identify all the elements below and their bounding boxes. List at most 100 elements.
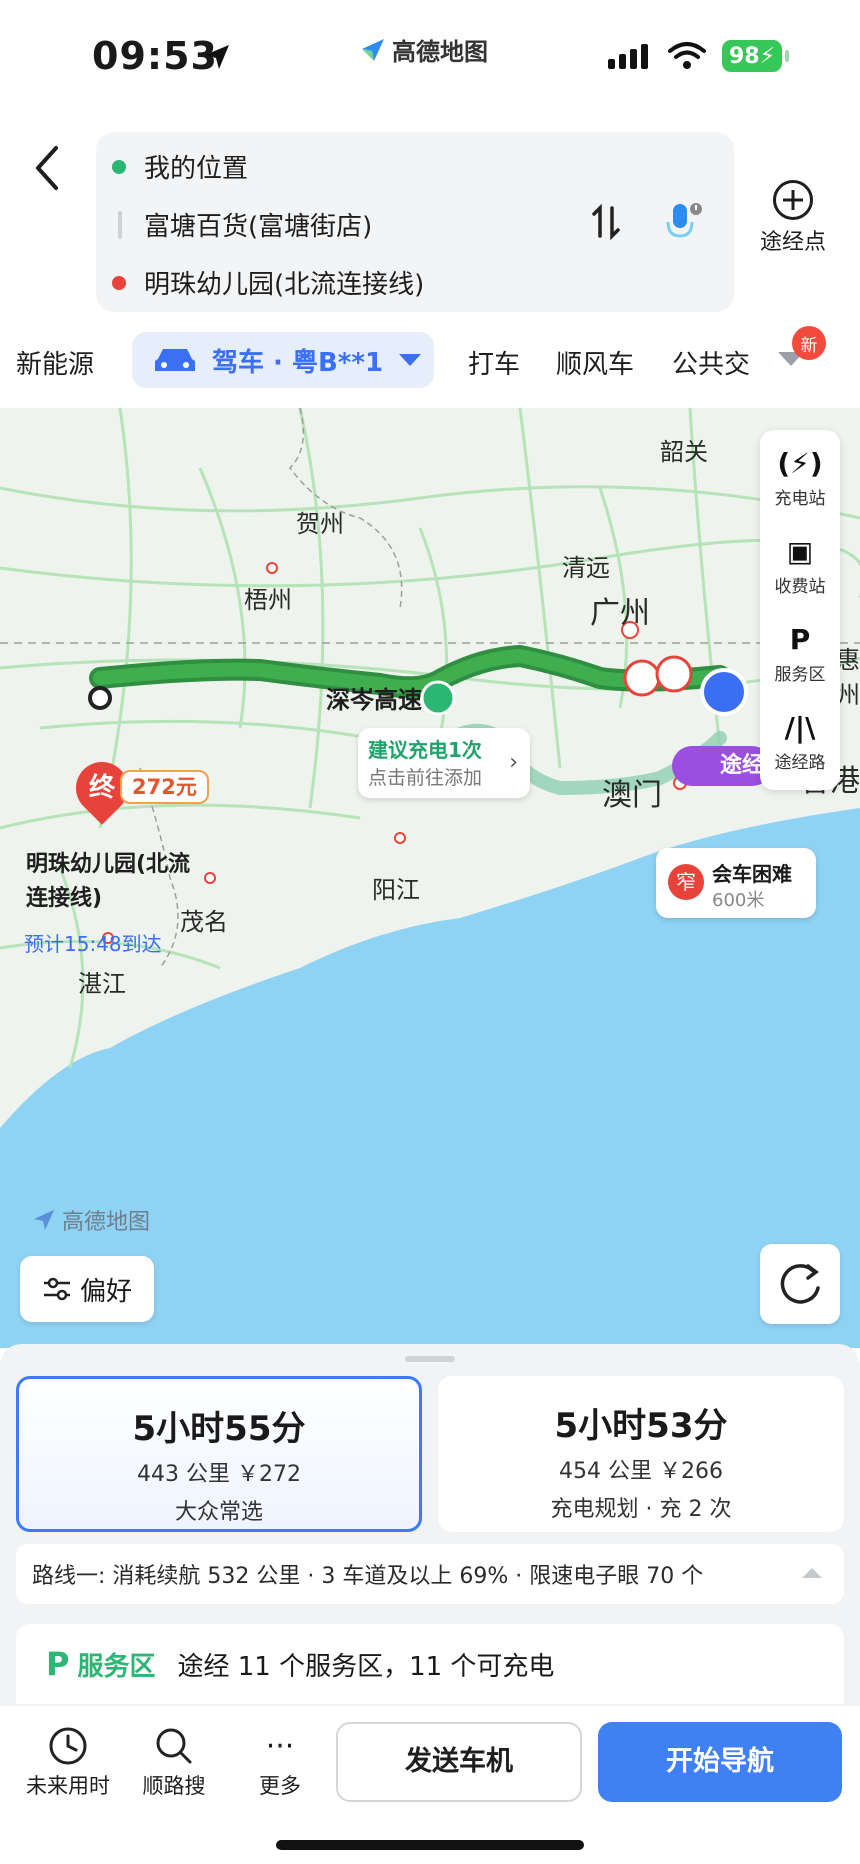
narrow-badge: 窄 (668, 864, 704, 900)
car-icon (155, 349, 195, 371)
tool-toll-station[interactable]: ▣ 收费站 (760, 532, 840, 597)
chevron-up-icon (802, 1568, 822, 1578)
waypoint-label: 途经点 (759, 230, 826, 255)
service-text: 途经 11 个服务区，11 个可充电 (177, 1651, 555, 1682)
eta-label: 预计15:48到达 (24, 932, 162, 956)
charging-icon: (⚡) (777, 447, 823, 480)
more-button[interactable]: ··· 更多 (230, 1724, 330, 1800)
more-dots-icon: ··· (265, 1729, 295, 1764)
travel-mode-tabs: 新能源 驾车 · 粤B**1 打车 顺风车 公共交 新 (0, 326, 860, 400)
refresh-icon (780, 1264, 820, 1304)
route-info-text: 路线一: 消耗续航 532 公里 · 3 车道及以上 69% · 限速电子眼 7… (32, 1564, 704, 1589)
charge-tip-title: 建议充电1次 (368, 738, 482, 762)
origin-text: 我的位置 (144, 154, 249, 184)
preference-label: 偏好 (79, 1276, 132, 1307)
search-along-button[interactable]: 顺路搜 (124, 1724, 224, 1800)
tab-new-energy[interactable]: 新能源 (16, 344, 94, 381)
route-distance-cost: 443 公里 ￥272 (137, 1462, 301, 1487)
voice-mic-icon[interactable] (660, 200, 704, 244)
origin-row[interactable]: 我的位置 (112, 148, 248, 185)
more-label: 更多 (259, 1774, 301, 1798)
map-watermark: 高德地图 (32, 1204, 150, 1236)
city-label: 广州 (590, 596, 650, 631)
chevron-down-icon (399, 354, 422, 366)
service-label: 服务区 (77, 1651, 156, 1682)
via-text: 富塘百货(富塘街店) (144, 212, 373, 242)
origin-dot-icon (112, 159, 126, 174)
route-input-box: 我的位置 富塘百货(富塘街店) 明珠幼儿园(北流连接线) (96, 132, 734, 312)
service-area-icon: P (789, 623, 811, 656)
service-area-summary[interactable]: P 服务区 途经 11 个服务区，11 个可充电 (16, 1624, 844, 1704)
add-waypoint-button[interactable]: 途经点 (752, 180, 834, 256)
plus-circle-icon (773, 180, 813, 220)
swap-icon[interactable] (586, 202, 626, 242)
narrow-distance: 600米 (712, 890, 765, 911)
narrow-title: 会车困难 (712, 862, 792, 886)
battery-indicator: 98 ⚡ (722, 40, 789, 72)
toll-icon: ▣ (786, 535, 814, 568)
route-tag: 充电规划 · 充 2 次 (550, 1497, 732, 1522)
end-cost-tag: 272元 (120, 770, 209, 804)
route-option-card[interactable]: 5小时55分 443 公里 ￥272 大众常选 (16, 1376, 422, 1532)
city-label: 贺州 (296, 510, 344, 538)
future-time-button[interactable]: 未来用时 (18, 1724, 118, 1800)
back-icon[interactable] (26, 138, 70, 198)
via-row[interactable]: 富塘百货(富塘街店) (112, 206, 372, 243)
city-label: 清远 (562, 554, 610, 582)
new-badge: 新 (792, 326, 826, 360)
bottom-action-bar: 未来用时 顺路搜 ··· 更多 发送车机 开始导航 (0, 1706, 860, 1864)
city-label: 韶关 (660, 438, 708, 466)
route-info-bar[interactable]: 路线一: 消耗续航 532 公里 · 3 车道及以上 69% · 限速电子眼 7… (16, 1544, 844, 1604)
route-tag: 大众常选 (174, 1500, 263, 1525)
route-duration: 5小时55分 (132, 1409, 306, 1449)
road-label: 深岑高速 (326, 686, 422, 714)
charge-tip-subtitle: 点击前往添加 (368, 767, 483, 789)
status-time: 09:53 (92, 34, 218, 78)
tab-carpool[interactable]: 顺风车 (556, 344, 634, 381)
app-badge: 高德地图 (360, 32, 488, 67)
search-along-label: 顺路搜 (142, 1774, 206, 1798)
tool-label: 服务区 (774, 665, 826, 685)
destination-text: 明珠幼儿园(北流连接线) (144, 270, 425, 300)
map-view[interactable]: 韶关 贺州 梧州 清远 广州 阳江 茂名 湛江 澳门 香港 惠州 深岑高速 建议… (0, 408, 860, 1348)
service-area-icon: P (46, 1645, 70, 1683)
search-icon (124, 1724, 224, 1770)
city-label: 湛江 (78, 970, 126, 998)
home-indicator (276, 1840, 584, 1850)
preference-button[interactable]: 偏好 (20, 1256, 154, 1322)
send-to-car-button[interactable]: 发送车机 (336, 1722, 582, 1802)
via-marker-icon (118, 210, 122, 239)
chevron-right-icon: › (509, 750, 518, 775)
tab-transit[interactable]: 公共交 (672, 344, 750, 381)
start-navigation-button[interactable]: 开始导航 (598, 1722, 842, 1802)
destination-row[interactable]: 明珠幼儿园(北流连接线) (112, 264, 424, 301)
location-arrow-icon (205, 45, 229, 69)
watermark-text: 高德地图 (62, 1210, 151, 1235)
amap-logo-icon (34, 1210, 54, 1230)
app-name: 高德地图 (392, 38, 488, 66)
charge-suggestion-tip[interactable]: 建议充电1次 点击前往添加 › (358, 728, 530, 798)
tool-charging-station[interactable]: (⚡) 充电站 (760, 444, 840, 509)
city-label: 梧州 (244, 586, 292, 614)
tool-service-area[interactable]: P 服务区 (760, 620, 840, 685)
route-option-card[interactable]: 5小时53分 454 公里 ￥266 充电规划 · 充 2 次 (438, 1376, 844, 1532)
waypoint-tag[interactable]: 途经 (672, 746, 772, 786)
road-icon: /|\ (784, 711, 816, 744)
tab-drive[interactable]: 驾车 · 粤B**1 (132, 332, 434, 388)
tool-label: 充电站 (774, 489, 826, 509)
sheet-handle[interactable] (405, 1356, 455, 1362)
future-time-label: 未来用时 (26, 1774, 110, 1798)
end-name-label: 明珠幼儿园(北流连接线) (26, 852, 191, 911)
destination-dot-icon (112, 275, 126, 290)
refresh-button[interactable] (760, 1244, 840, 1324)
tab-taxi[interactable]: 打车 (468, 344, 520, 381)
narrow-road-popup[interactable]: 窄 会车困难 600米 (656, 848, 816, 918)
amap-logo-icon (362, 38, 384, 61)
sliders-icon (43, 1277, 70, 1301)
city-label: 阳江 (372, 876, 420, 904)
map-tool-panel: (⚡) 充电站 ▣ 收费站 P 服务区 /|\ 途经路 (760, 430, 840, 790)
battery-level: 98 (728, 43, 760, 69)
cell-signal-icon (608, 44, 648, 69)
tool-via-road[interactable]: /|\ 途经路 (760, 708, 840, 773)
wifi-icon (668, 42, 706, 69)
